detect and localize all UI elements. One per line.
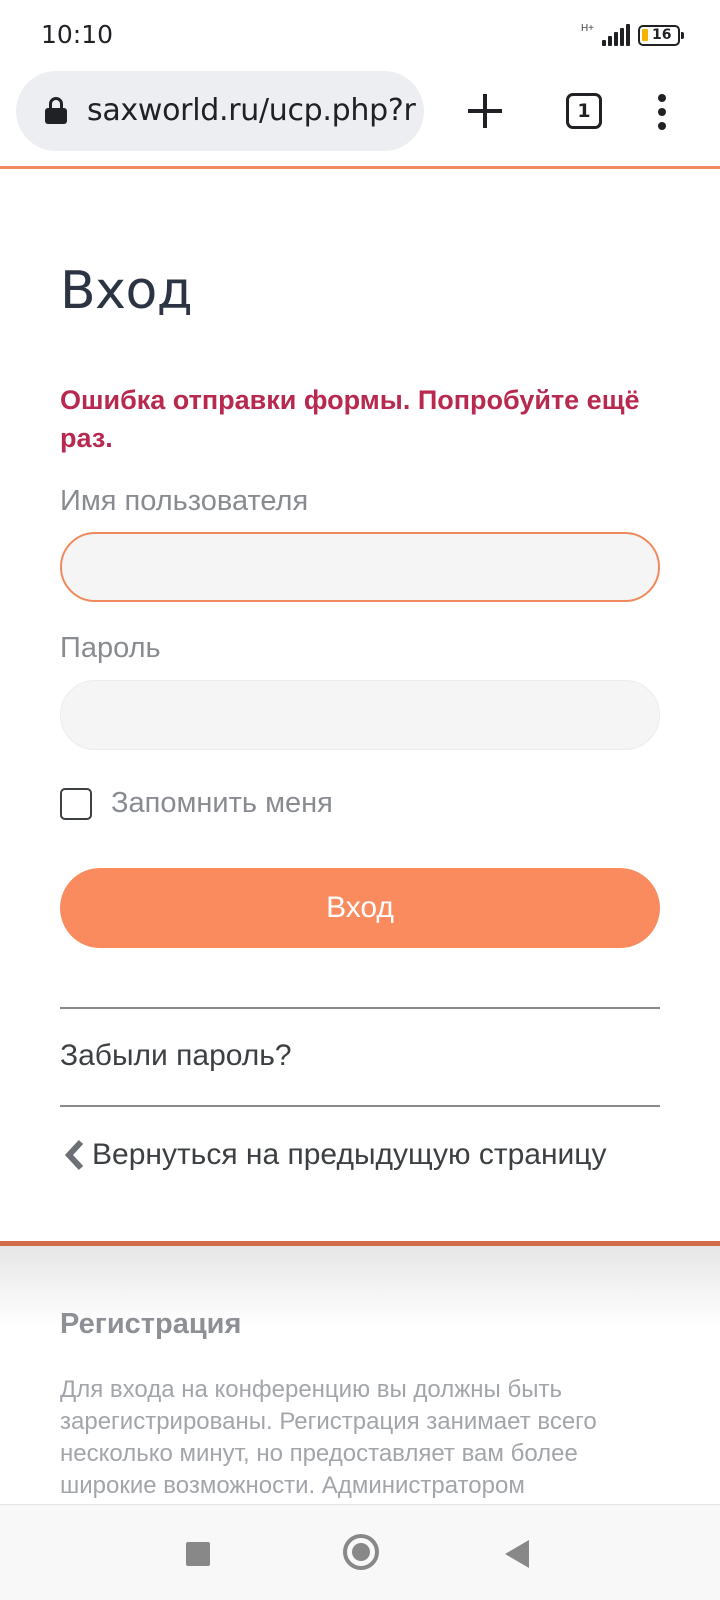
login-submit-button[interactable]: Вход <box>60 868 660 948</box>
login-panel: Вход Ошибка отправки формы. Попробуйте е… <box>0 169 720 1241</box>
remember-me-row[interactable]: Запомнить меня <box>60 787 333 820</box>
tab-switcher-button[interactable]: 1 <box>566 93 602 129</box>
status-time: 10:10 <box>41 20 114 49</box>
chevron-left-icon <box>64 1139 84 1171</box>
recents-square-icon[interactable] <box>186 1542 210 1566</box>
username-input[interactable] <box>60 532 660 602</box>
divider <box>60 1007 660 1009</box>
page-title: Вход <box>60 261 193 321</box>
remember-me-label[interactable]: Запомнить меня <box>111 787 333 820</box>
address-bar[interactable]: saxworld.ru/ucp.php?r <box>16 71 424 151</box>
network-type-label: H+ <box>580 23 594 34</box>
status-bar: 10:10 H+ 16 <box>0 0 720 66</box>
status-icons: H+ 16 <box>580 22 684 48</box>
password-input[interactable] <box>60 680 660 750</box>
registration-text: Для входа на конференцию вы должны быть … <box>60 1376 597 1499</box>
battery-level: 16 <box>652 27 672 43</box>
more-vert-icon[interactable] <box>648 90 678 134</box>
battery-icon: 16 <box>638 24 684 46</box>
new-tab-plus-icon[interactable] <box>458 84 512 138</box>
back-link-label: Вернуться на предыдущую страницу <box>92 1138 607 1171</box>
registration-title: Регистрация <box>60 1308 242 1340</box>
lock-icon[interactable] <box>45 97 67 125</box>
username-label: Имя пользователя <box>60 485 309 517</box>
remember-me-checkbox[interactable] <box>60 787 92 820</box>
system-nav-bar <box>0 1504 720 1600</box>
error-message: Ошибка отправки формы. Попробуйте ещё ра… <box>60 385 640 453</box>
browser-toolbar: saxworld.ru/ucp.php?r 1 <box>0 66 720 166</box>
signal-strength-icon <box>602 24 630 46</box>
url-text[interactable]: saxworld.ru/ucp.php?r <box>87 93 416 128</box>
back-triangle-icon[interactable] <box>505 1540 529 1568</box>
home-circle-icon[interactable] <box>343 1534 379 1570</box>
back-to-previous-page-link[interactable]: Вернуться на предыдущую страницу <box>60 1137 606 1173</box>
tab-count: 1 <box>577 100 591 122</box>
battery-fill <box>642 28 648 41</box>
divider <box>60 1105 660 1107</box>
password-label: Пароль <box>60 632 161 664</box>
forgot-password-link[interactable]: Забыли пароль? <box>60 1039 292 1073</box>
